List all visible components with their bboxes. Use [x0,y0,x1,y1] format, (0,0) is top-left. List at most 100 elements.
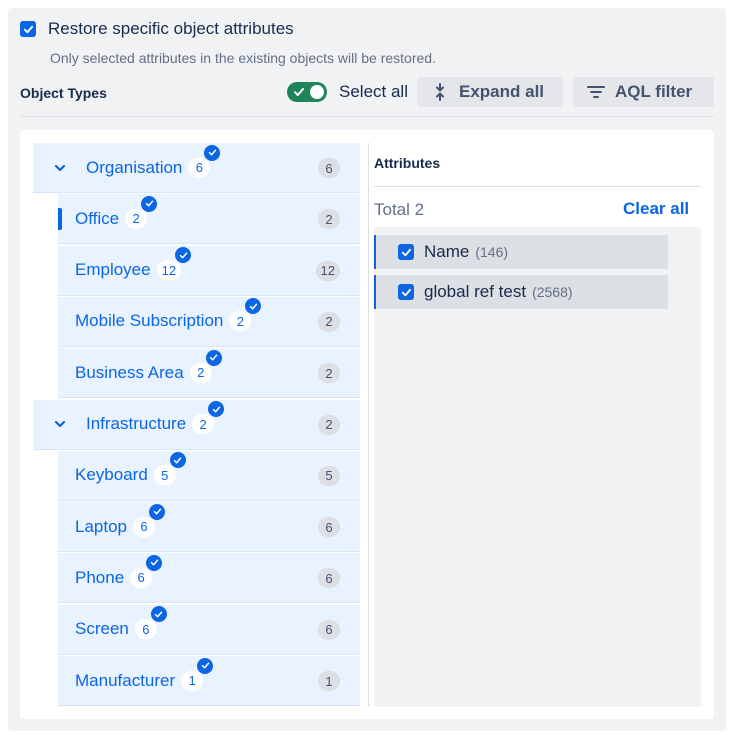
tree-row-mobile-subscription[interactable]: Mobile Subscription 2 2 [58,296,360,347]
aql-filter-label: AQL filter [615,82,693,101]
attribute-count-badge: 12 [315,260,340,281]
expand-all-label: Expand all [459,82,545,101]
selected-count-badge: 6 [134,606,167,640]
tree-row-label: Screen [75,619,129,639]
selected-count-badge: 6 [133,503,165,537]
restore-option[interactable]: Restore specific object attributes [20,19,294,39]
select-all-control[interactable]: Select all [287,77,408,107]
check-circle-icon [204,144,221,161]
check-circle-icon [141,195,158,212]
selected-count: 2 [132,211,140,227]
attribute-count-badge: 2 [318,363,340,384]
filter-icon [587,86,605,98]
restore-panel: Restore specific object attributes Only … [8,8,726,731]
tree-row-label: Employee [75,260,151,280]
tree-row-infrastructure[interactable]: Infrastructure 2 2 [33,399,360,450]
attribute-checkbox[interactable] [398,284,414,300]
attributes-heading: Attributes [374,155,441,171]
attribute-count-badge: 6 [318,158,340,178]
selected-count: 1 [188,673,196,688]
tree-row-employee[interactable]: Employee 12 12 [58,245,360,296]
attribute-count-badge: 6 [318,568,340,589]
check-circle-icon [175,247,192,264]
attribute-count-badge: 2 [318,414,340,435]
object-type-tree: Organisation 6 6 Office 2 2 Employee 12 12 Mobile… [33,143,360,707]
object-types-card: Organisation 6 6 Office 2 2 Employee 12 12 Mobile… [20,130,714,719]
clear-all-button[interactable]: Clear all [623,199,689,219]
restore-description: Only selected attributes in the existing… [50,50,436,66]
checkmark-icon [23,25,33,33]
tree-row-label: Laptop [75,516,127,536]
selected-count-badge: 2 [229,298,262,332]
selected-count: 6 [142,621,150,637]
attribute-item[interactable]: Name (146) [374,235,668,269]
selected-count: 6 [195,160,203,175]
selected-count: 2 [236,313,244,329]
checkmark-icon [294,88,304,96]
tree-row-label: Business Area [75,362,184,382]
tree-row-label: Phone [75,567,125,587]
attribute-object-count: (146) [475,244,509,260]
select-all-toggle[interactable] [287,82,327,102]
select-all-label: Select all [339,82,408,101]
check-circle-icon [205,349,222,366]
attributes-total: Total 2 [374,200,425,219]
attribute-count-badge: 5 [318,465,340,486]
tree-row-label: Infrastructure [86,414,187,433]
attribute-count-badge: 1 [318,671,340,691]
tree-row-screen[interactable]: Screen 6 6 [58,604,360,655]
tree-row-business-area[interactable]: Business Area 2 2 [58,348,360,399]
attribute-name: global ref test [424,282,527,301]
tree-row-laptop[interactable]: Laptop 6 6 [58,502,360,553]
tree-row-label: Manufacturer [75,670,176,690]
check-circle-icon [245,298,262,315]
check-circle-icon [197,657,214,674]
attribute-count-badge: 6 [318,517,340,538]
selected-count-badge: 6 [130,554,163,588]
selected-count: 12 [161,262,177,278]
toggle-knob [310,85,324,99]
selected-count: 2 [197,365,205,381]
tree-row-label: Keyboard [75,465,148,485]
attribute-name: Name [424,242,470,261]
selected-count-badge: 6 [188,144,221,178]
aql-filter-button[interactable]: AQL filter [573,77,714,107]
restore-label: Restore specific object attributes [48,19,294,38]
attribute-checkbox[interactable] [398,244,414,260]
chevron-down-icon[interactable] [53,161,67,175]
tree-row-manufacturer[interactable]: Manufacturer 1 1 [58,656,360,706]
restore-checkbox[interactable] [20,21,36,37]
chevron-down-icon[interactable] [53,417,67,431]
object-types-heading: Object Types [20,85,107,101]
section-divider [20,116,714,117]
selected-count-badge: 1 [181,657,214,691]
selected-count-badge: 12 [156,247,192,281]
tree-row-label: Mobile Subscription [75,311,224,331]
attribute-count-badge: 2 [318,311,340,332]
expand-all-button[interactable]: Expand all [417,77,563,107]
attribute-count-badge: 2 [318,209,340,230]
tree-row-label: Organisation [86,157,183,177]
selected-count-badge: 2 [125,195,158,229]
tree-row-keyboard[interactable]: Keyboard 5 5 [58,450,360,501]
attributes-divider [374,186,701,187]
tree-row-phone[interactable]: Phone 6 6 [58,553,360,604]
selected-count-badge: 2 [192,401,225,434]
tree-row-office[interactable]: Office 2 2 [58,194,360,245]
attribute-item[interactable]: global ref test (2568) [374,275,668,309]
selected-count-badge: 5 [153,452,186,486]
attribute-count-badge: 6 [318,619,340,640]
check-circle-icon [169,452,186,469]
selected-count: 2 [199,416,207,432]
check-circle-icon [150,606,167,623]
check-circle-icon [208,401,225,417]
attribute-object-count: (2568) [532,284,573,300]
selected-count-badge: 2 [189,349,222,383]
tree-row-label: Office [75,208,120,228]
column-separator [368,143,369,707]
tree-row-organisation[interactable]: Organisation 6 6 [33,143,360,193]
selected-count: 6 [137,570,145,586]
expand-arrows-icon [436,83,444,101]
selected-count: 6 [140,519,148,535]
check-circle-icon [149,503,165,520]
